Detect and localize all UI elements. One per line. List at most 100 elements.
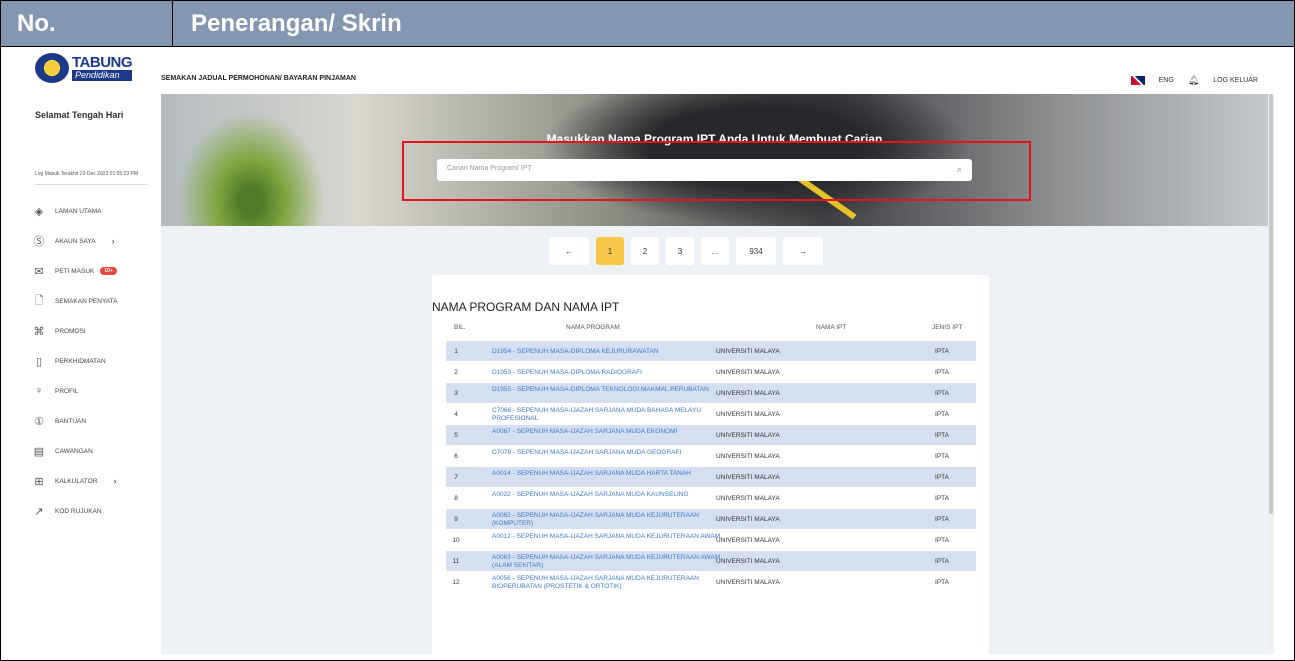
next-page-button[interactable]: → <box>783 237 823 265</box>
table-row[interactable]: 9 A0062 - SEPENUH MASA-IJAZAH SARJANA MU… <box>446 509 976 530</box>
tabung-logo[interactable]: TABUNG Pendidikan <box>35 53 133 83</box>
page-scrollbar[interactable] <box>1268 94 1274 654</box>
sidebar-divider <box>35 184 147 185</box>
sidebar-item-perkhidmatan[interactable]: ▯ PERKHIDMATAN <box>33 354 118 368</box>
last-login: Log Masuk Terakhir 29 Dec 2023 01:55:23 … <box>35 171 139 177</box>
app-topbar: TABUNG Pendidikan SEMAKAN JADUAL PERMOHO… <box>1 48 1294 94</box>
page-button[interactable]: 2 <box>631 237 659 265</box>
cell-jenis: IPTA <box>935 348 949 355</box>
cell-bil: 8 <box>454 495 458 502</box>
table-title: NAMA PROGRAM DAN NAMA IPT <box>432 300 620 314</box>
uk-flag-icon[interactable] <box>1130 76 1145 85</box>
cell-program-link[interactable]: C7066 - SEPENUH MASA-IJAZAH SARJANA MUDA… <box>492 407 722 423</box>
sidebar-item-label: KOD RUJUKAN <box>55 507 102 515</box>
dollar-icon: Ⓢ <box>33 236 45 248</box>
cell-program-link[interactable]: C7078 - SEPENUH MASA-IJAZAH SARJANA MUDA… <box>492 449 722 457</box>
document-frame: No. Penerangan/ Skrin TABUNG Pendidikan … <box>0 0 1295 661</box>
sidebar-item-akaun-saya[interactable]: Ⓢ AKAUN SAYA › <box>33 234 118 248</box>
cell-jenis: IPTA <box>935 369 949 376</box>
cell-ipt: UNIVERSITI MALAYA <box>716 474 780 481</box>
sidebar-item-label: SEMAKAN PENYATA <box>55 297 118 305</box>
sidebar-item-kalkulator[interactable]: ⊞ KALKULATOR › <box>33 474 118 488</box>
cell-program-link[interactable]: A0063 - SEPENUH MASA-IJAZAH SARJANA MUDA… <box>492 554 722 570</box>
pagination: ← 1 2 3 ... 934 → <box>549 237 823 265</box>
sidebar-item-cawangan[interactable]: ▤ CAWANGAN <box>33 444 118 458</box>
cell-ipt: UNIVERSITI MALAYA <box>716 516 780 523</box>
sidebar-item-laman-utama[interactable]: ◈ LAMAN UTAMA <box>33 204 118 218</box>
header-bil: BIL. <box>454 324 466 331</box>
results-area: ← 1 2 3 ... 934 → NAMA PROGRAM DAN NAMA … <box>161 226 1268 655</box>
table-row[interactable]: 1 D1954 - SEPENUH MASA-DIPLOMA KEJURURAW… <box>446 341 976 362</box>
sidebar-item-kod-rujukan[interactable]: ↗ KOD RUJUKAN <box>33 504 118 518</box>
sidebar-nav: ◈ LAMAN UTAMA Ⓢ AKAUN SAYA › ✉ PETI MASU… <box>33 204 118 534</box>
sidebar-item-bantuan[interactable]: ① BANTUAN <box>33 414 118 428</box>
chevron-right-icon: › <box>111 236 115 246</box>
sidebar-item-promosi[interactable]: ⌘ PROMOSI <box>33 324 118 338</box>
cell-ipt: UNIVERSITI MALAYA <box>716 558 780 565</box>
table-row[interactable]: 12 A0056 - SEPENUH MASA-IJAZAH SARJANA M… <box>446 572 976 593</box>
header-divider <box>172 1 173 47</box>
cell-bil: 7 <box>454 474 458 481</box>
table-row[interactable]: 8 A0022 - SEPENUH MASA-IJAZAH SARJANA MU… <box>446 488 976 509</box>
cell-program-link[interactable]: A0012 - SEPENUH MASA-IJAZAH SARJANA MUDA… <box>492 533 722 541</box>
cell-program-link[interactable]: A0067 - SEPENUH MASA-IJAZAH SARJANA MUDA… <box>492 428 722 436</box>
table-row[interactable]: 2 D1953 - SEPENUH MASA-DIPLOMA RADIOGRAF… <box>446 362 976 383</box>
results-card: NAMA PROGRAM DAN NAMA IPT BIL. NAMA PROG… <box>432 275 989 655</box>
sidebar-item-peti-masuk[interactable]: ✉ PETI MASUK 10+ <box>33 264 118 278</box>
table-row[interactable]: 6 C7078 - SEPENUH MASA-IJAZAH SARJANA MU… <box>446 446 976 467</box>
page-ellipsis: ... <box>701 237 729 265</box>
cell-program-link[interactable]: A0062 - SEPENUH MASA-IJAZAH SARJANA MUDA… <box>492 512 722 528</box>
sidebar-item-label: KALKULATOR <box>55 477 98 485</box>
page-button[interactable]: 3 <box>666 237 694 265</box>
app-title: SEMAKAN JADUAL PERMOHONAN/ BAYARAN PINJA… <box>161 75 356 82</box>
header-jenis: JENIS IPT <box>932 324 963 331</box>
cell-bil: 2 <box>454 369 458 376</box>
calculator-icon: ⊞ <box>34 475 44 488</box>
cell-bil: 9 <box>454 516 458 523</box>
scrollbar-thumb[interactable] <box>1269 94 1273 514</box>
cell-bil: 3 <box>454 390 458 397</box>
cell-program-link[interactable]: D1955 - SEPENUH MASA-DIPLOMA TEKNOLOGI M… <box>492 386 722 394</box>
cell-ipt: UNIVERSITI MALAYA <box>716 579 780 586</box>
document-header: No. Penerangan/ Skrin <box>1 1 1294 47</box>
sidebar-item-profil[interactable]: ♀ PROFIL <box>33 384 118 398</box>
cell-jenis: IPTA <box>935 495 949 502</box>
logo-text: TABUNG <box>72 54 133 71</box>
cell-program-link[interactable]: A0014 - SEPENUH MASA-IJAZAH SARJANA MUDA… <box>492 470 722 478</box>
page-button[interactable]: 1 <box>596 237 624 265</box>
greeting: Selamat Tengah Hari <box>35 110 124 120</box>
cell-program-link[interactable]: D1954 - SEPENUH MASA-DIPLOMA KEJURURAWAT… <box>492 348 722 356</box>
table-row[interactable]: 5 A0067 - SEPENUH MASA-IJAZAH SARJANA MU… <box>446 425 976 446</box>
table-row[interactable]: 10 A0012 - SEPENUH MASA-IJAZAH SARJANA M… <box>446 530 976 551</box>
table-row[interactable]: 4 C7066 - SEPENUH MASA-IJAZAH SARJANA MU… <box>446 404 976 425</box>
table-row[interactable]: 3 D1955 - SEPENUH MASA-DIPLOMA TEKNOLOGI… <box>446 383 976 404</box>
table-row[interactable]: 11 A0063 - SEPENUH MASA-IJAZAH SARJANA M… <box>446 551 976 572</box>
inbox-badge: 10+ <box>100 267 117 275</box>
help-icon: ① <box>34 415 44 428</box>
cell-jenis: IPTA <box>935 558 949 565</box>
prev-page-button[interactable]: ← <box>549 237 589 265</box>
logo-subtext: Pendidikan <box>72 70 133 81</box>
link-icon: ↗ <box>34 505 44 518</box>
cell-jenis: IPTA <box>935 411 949 418</box>
sidebar-item-label: PETI MASUK <box>55 267 95 275</box>
document-icon: 🗋︎ <box>34 294 44 307</box>
cell-ipt: UNIVERSITI MALAYA <box>716 495 780 502</box>
bell-icon[interactable]: 🔔︎ <box>1188 75 1199 86</box>
cell-program-link[interactable]: A0022 - SEPENUH MASA-IJAZAH SARJANA MUDA… <box>492 491 722 499</box>
logout-button[interactable]: LOG KELUAR <box>1213 77 1258 84</box>
cell-ipt: UNIVERSITI MALAYA <box>716 390 780 397</box>
cell-jenis: IPTA <box>935 537 949 544</box>
cell-program-link[interactable]: A0056 - SEPENUH MASA-IJAZAH SARJANA MUDA… <box>492 575 722 591</box>
cell-program-link[interactable]: D1953 - SEPENUH MASA-DIPLOMA RADIOGRAFI <box>492 369 722 377</box>
cell-jenis: IPTA <box>935 453 949 460</box>
column-no-label: No. <box>17 10 56 37</box>
sidebar-item-semakan-penyata[interactable]: 🗋︎ SEMAKAN PENYATA <box>33 294 118 308</box>
cell-ipt: UNIVERSITI MALAYA <box>716 411 780 418</box>
page-button[interactable]: 934 <box>736 237 776 265</box>
table-header: BIL. NAMA PROGRAM NAMA IPT JENIS IPT <box>446 322 976 336</box>
cell-bil: 12 <box>452 579 460 586</box>
cell-jenis: IPTA <box>935 579 949 586</box>
language-toggle[interactable]: ENG <box>1159 77 1174 84</box>
table-row[interactable]: 7 A0014 - SEPENUH MASA-IJAZAH SARJANA MU… <box>446 467 976 488</box>
